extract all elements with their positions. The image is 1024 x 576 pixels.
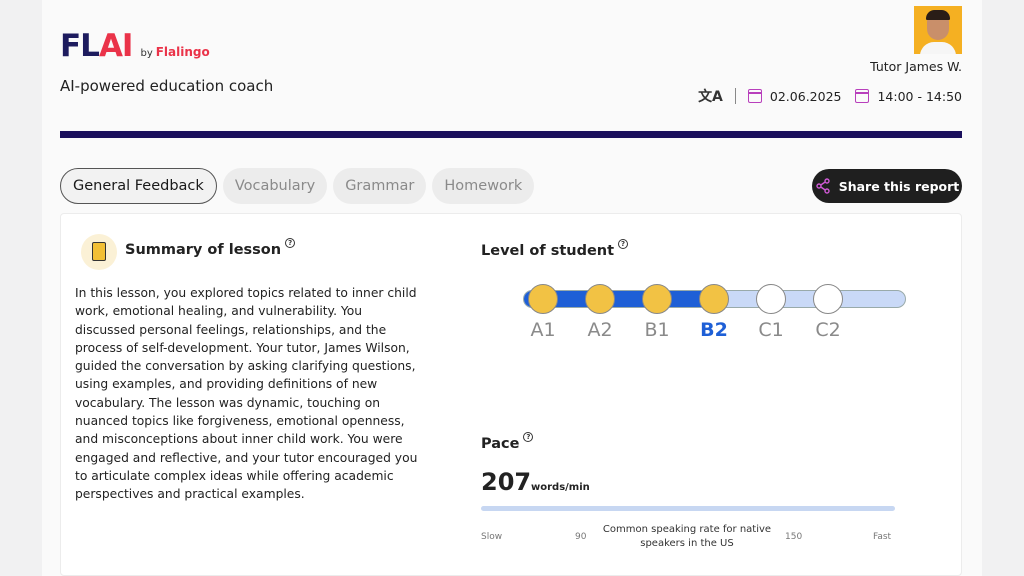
level-label-a2: A2 [587,319,613,341]
logo-by: by [140,48,153,59]
pace-title: Pace? [481,432,534,452]
level-label-b2: B2 [700,319,728,341]
tab-grammar[interactable]: Grammar [333,168,427,204]
lesson-summary-icon [81,234,117,270]
level-label-c1: C1 [758,319,784,341]
general-feedback-panel: Summary of lesson? In this lesson, you e… [60,213,962,576]
meta-divider [734,88,736,104]
level-dot-c2 [813,284,843,314]
lesson-date: 02.06.2025 [769,88,842,104]
tab-vocabulary[interactable]: Vocabulary [222,168,328,204]
level-label-c2: C2 [815,319,841,341]
pace-low-mark: 90 [575,532,587,542]
level-label-a1: A1 [530,319,556,341]
calendar-icon [747,89,762,103]
report-tabs: General Feedback Vocabulary Grammar Home… [60,168,535,204]
logo-text-right: AI [98,28,134,64]
logo-text-left: FL [60,28,100,64]
flai-logo: FLAI by Flalingo [60,28,210,64]
tab-general-feedback[interactable]: General Feedback [60,168,217,204]
pace-fast-label: Fast [873,532,892,542]
level-dot-c1 [756,284,786,314]
calendar-clock-icon [855,89,870,103]
tab-homework[interactable]: Homework [432,168,535,204]
pace-track [481,506,895,511]
pace-value: 207 [481,468,532,496]
share-icon [815,178,830,194]
page-tagline: AI-powered education coach [60,77,274,95]
pace-slow-label: Slow [481,532,503,542]
level-label-b1: B1 [644,319,670,341]
level-dot-a2 [585,284,615,314]
lesson-time: 14:00 - 14:50 [877,88,962,104]
summary-text: In this lesson, you explored topics rela… [75,286,418,502]
share-button-label: Share this report [838,178,960,194]
header-divider [60,131,962,138]
help-icon[interactable]: ? [523,432,534,442]
report-page: FLAI by Flalingo AI-powered education co… [42,0,982,576]
tutor-name: Tutor James W. [870,59,962,74]
share-report-button[interactable]: Share this report [812,169,962,203]
level-dot-a1 [528,284,558,314]
pace-high-mark: 150 [785,532,803,542]
logo-brand-name: Flalingo [155,45,210,59]
level-title: Level of student? [481,239,629,259]
tutor-avatar [914,6,962,54]
help-icon[interactable]: ? [618,239,629,249]
translate-icon[interactable]: 文A [698,86,723,106]
level-dot-b1 [642,284,672,314]
pace-reference-label: Common speaking rate for native speakers… [602,524,772,549]
pace-unit: words/min [531,482,590,493]
help-icon[interactable]: ? [285,238,296,248]
summary-title: Summary of lesson? [125,238,296,258]
lesson-meta: 文A 02.06.2025 14:00 - 14:50 [698,86,962,106]
level-dot-b2 [699,284,729,314]
